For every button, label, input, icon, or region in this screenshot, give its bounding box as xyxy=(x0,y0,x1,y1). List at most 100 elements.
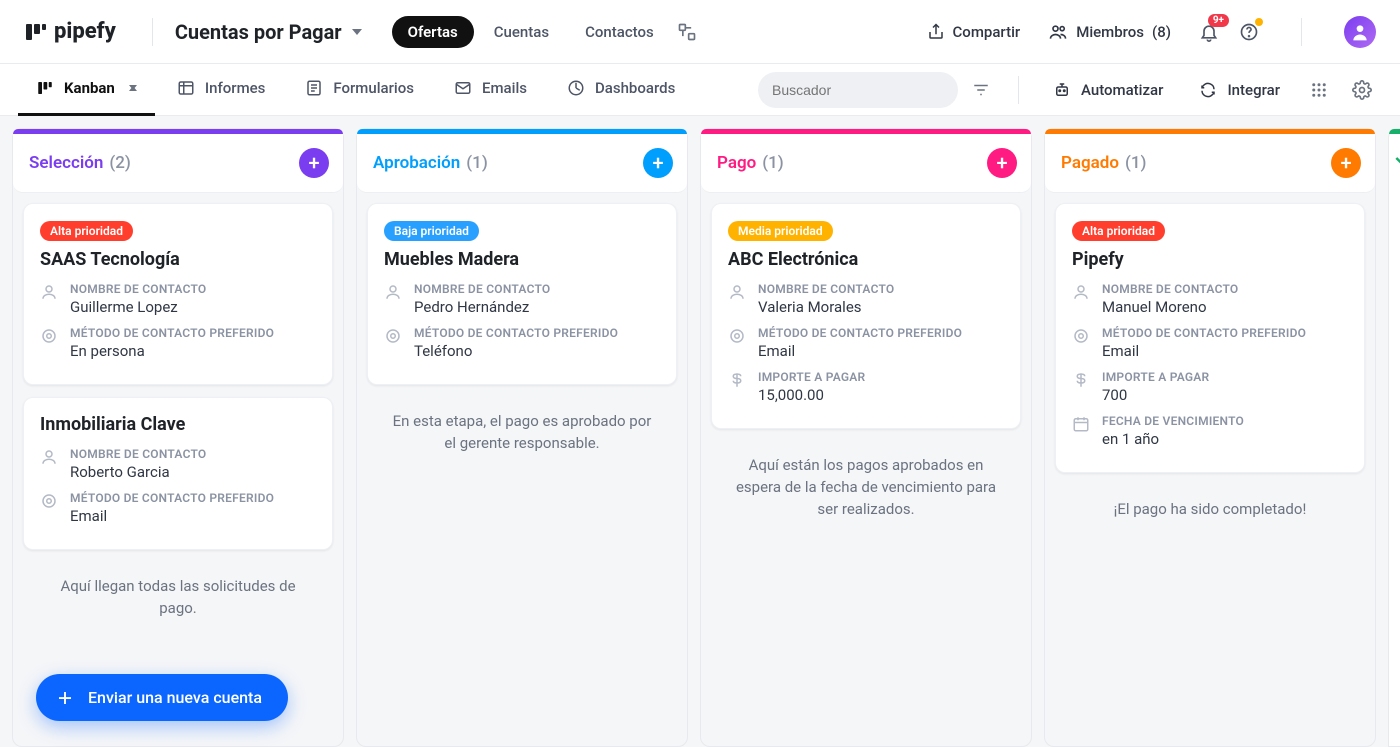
field-value: 700 xyxy=(1102,386,1209,404)
logo[interactable]: pipefy xyxy=(24,19,116,44)
priority-badge: Alta prioridad xyxy=(1072,221,1165,241)
card-title: SAAS Tecnología xyxy=(40,249,316,270)
field-label: NOMBRE DE CONTACTO xyxy=(70,447,206,461)
column-title: Selección xyxy=(29,153,103,173)
workspace-title: Cuentas por Pagar xyxy=(175,20,342,44)
share-button[interactable]: Compartir xyxy=(927,23,1021,41)
person-icon xyxy=(1072,283,1090,316)
tab-formularios-label: Formularios xyxy=(333,79,414,97)
tab-formularios[interactable]: Formularios xyxy=(287,64,432,116)
avatar-icon xyxy=(1350,22,1370,42)
topbar-right: Compartir Miembros (8) 9+ xyxy=(927,16,1376,48)
add-card-button[interactable]: + xyxy=(643,148,673,178)
fab-label: Enviar una nueva cuenta xyxy=(88,688,262,707)
new-account-fab[interactable]: Enviar una nueva cuenta xyxy=(36,674,288,721)
field-label: NOMBRE DE CONTACTO xyxy=(70,282,206,296)
tab-dashboards[interactable]: Dashboards xyxy=(549,64,693,116)
apps-button[interactable] xyxy=(1300,81,1338,99)
column-description: Aquí están los pagos aprobados en espera… xyxy=(711,441,1021,530)
tab-kanban[interactable]: Kanban xyxy=(18,64,155,116)
card-title: Muebles Madera xyxy=(384,249,660,270)
column-title: Pago xyxy=(717,153,756,173)
column-seleccion: Selección (2) + Alta prioridad SAAS Tecn… xyxy=(12,128,344,747)
toolbar: Kanban Informes Formularios Emails Dashb… xyxy=(0,64,1400,116)
column-title: Pagado xyxy=(1061,153,1119,173)
field-label: MÉTODO DE CONTACTO PREFERIDO xyxy=(70,491,274,505)
user-avatar[interactable] xyxy=(1344,16,1376,48)
field-label: NOMBRE DE CONTACTO xyxy=(758,282,894,296)
card-inmobiliaria[interactable]: Inmobiliaria Clave NOMBRE DE CONTACTORob… xyxy=(23,397,333,550)
column-description: ¡El pago ha sido completado! xyxy=(1055,485,1365,531)
dollar-icon xyxy=(1072,371,1090,404)
field-value: Valeria Morales xyxy=(758,298,894,316)
tab-emails[interactable]: Emails xyxy=(436,64,545,116)
field-value: Email xyxy=(1102,342,1306,360)
card-title: ABC Electrónica xyxy=(728,249,1004,270)
column-next-peek[interactable] xyxy=(1388,128,1400,747)
column-count: (2) xyxy=(109,153,131,173)
target-icon xyxy=(1072,327,1090,360)
tab-emails-label: Emails xyxy=(482,79,527,97)
notification-badge: 9+ xyxy=(1208,14,1229,27)
share-label: Compartir xyxy=(953,23,1021,41)
card-pipefy[interactable]: Alta prioridad Pipefy NOMBRE DE CONTACTO… xyxy=(1055,203,1365,473)
automate-button[interactable]: Automatizar xyxy=(1037,81,1179,99)
field-value: Teléfono xyxy=(414,342,618,360)
priority-badge: Baja prioridad xyxy=(384,221,479,241)
dashboard-icon xyxy=(567,79,585,97)
column-pagado: Pagado (1) + Alta prioridad Pipefy NOMBR… xyxy=(1044,128,1376,747)
field-value: Email xyxy=(70,507,274,525)
field-label: MÉTODO DE CONTACTO PREFERIDO xyxy=(758,326,962,340)
plus-icon xyxy=(56,689,74,707)
filter-button[interactable] xyxy=(962,81,1000,99)
notifications-button[interactable]: 9+ xyxy=(1199,22,1219,42)
column-count: (1) xyxy=(466,153,488,173)
field-value: Email xyxy=(758,342,962,360)
reports-icon xyxy=(177,79,195,97)
field-label: MÉTODO DE CONTACTO PREFERIDO xyxy=(1102,326,1306,340)
person-icon xyxy=(384,283,402,316)
logo-icon xyxy=(24,20,48,44)
field-value: Pedro Hernández xyxy=(414,298,550,316)
priority-badge: Media prioridad xyxy=(728,221,833,241)
nav-ofertas[interactable]: Ofertas xyxy=(392,16,474,48)
card-muebles[interactable]: Baja prioridad Muebles Madera NOMBRE DE … xyxy=(367,203,677,385)
tab-informes-label: Informes xyxy=(205,79,266,97)
workflow-icon[interactable] xyxy=(674,19,700,45)
tab-dashboards-label: Dashboards xyxy=(595,79,675,97)
nav-cuentas[interactable]: Cuentas xyxy=(478,16,565,48)
card-abc[interactable]: Media prioridad ABC Electrónica NOMBRE D… xyxy=(711,203,1021,429)
search-box[interactable] xyxy=(758,72,958,108)
target-icon xyxy=(728,327,746,360)
column-count: (1) xyxy=(762,153,784,173)
column-description: Aquí llegan todas las solicitudes de pag… xyxy=(23,562,333,630)
search-input[interactable] xyxy=(772,82,953,98)
nav-contactos[interactable]: Contactos xyxy=(569,16,670,48)
forms-icon xyxy=(305,79,323,97)
calendar-icon xyxy=(1072,415,1090,448)
tab-informes[interactable]: Informes xyxy=(159,64,284,116)
integrate-button[interactable]: Integrar xyxy=(1183,81,1296,99)
field-label: FECHA DE VENCIMIENTO xyxy=(1102,414,1244,428)
chevron-down-icon xyxy=(129,85,137,90)
help-button[interactable] xyxy=(1239,22,1259,42)
person-icon xyxy=(40,448,58,481)
members-button[interactable]: Miembros (8) xyxy=(1048,22,1171,42)
top-nav: Ofertas Cuentas Contactos xyxy=(392,16,700,48)
field-label: MÉTODO DE CONTACTO PREFERIDO xyxy=(70,326,274,340)
robot-icon xyxy=(1053,81,1071,99)
dollar-icon xyxy=(728,371,746,404)
card-title: Pipefy xyxy=(1072,249,1348,270)
members-count: (8) xyxy=(1152,23,1171,41)
gear-icon xyxy=(1352,80,1372,100)
card-saas[interactable]: Alta prioridad SAAS Tecnología NOMBRE DE… xyxy=(23,203,333,385)
automate-label: Automatizar xyxy=(1081,81,1163,99)
tab-kanban-label: Kanban xyxy=(64,79,115,97)
field-value: en 1 año xyxy=(1102,430,1244,448)
column-pago: Pago (1) + Media prioridad ABC Electróni… xyxy=(700,128,1032,747)
settings-button[interactable] xyxy=(1342,80,1382,100)
add-card-button[interactable]: + xyxy=(1331,148,1361,178)
workspace-selector[interactable]: Cuentas por Pagar xyxy=(175,20,362,44)
add-card-button[interactable]: + xyxy=(987,148,1017,178)
add-card-button[interactable]: + xyxy=(299,148,329,178)
